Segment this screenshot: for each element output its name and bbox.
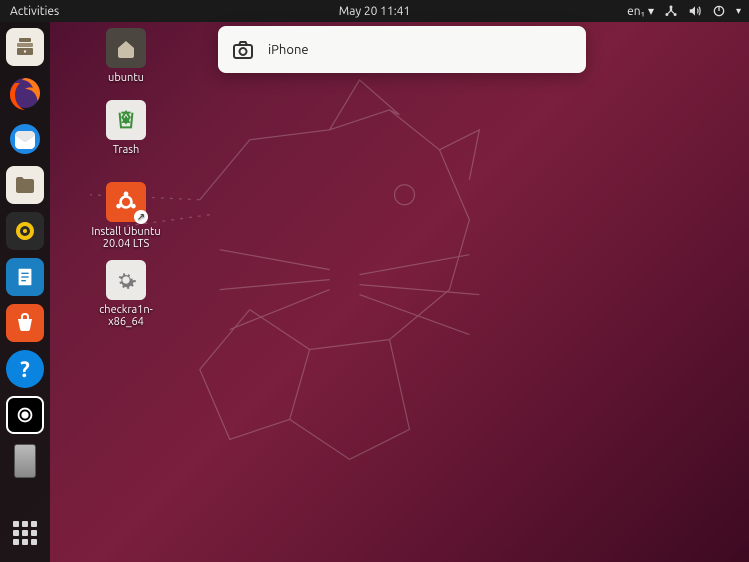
dock-item-firefox[interactable] <box>6 74 44 112</box>
clock[interactable]: May 20 11:41 <box>339 5 410 18</box>
dock-item-iphone[interactable] <box>6 442 44 480</box>
input-source-label: en₁ <box>627 5 645 18</box>
desktop-icon-label: ubuntu <box>108 72 144 84</box>
trash-icon <box>106 100 146 140</box>
notification-banner[interactable]: iPhone <box>218 26 586 73</box>
dock-item-nautilus[interactable] <box>6 166 44 204</box>
chevron-down-icon[interactable]: ▾ <box>736 5 741 17</box>
dock-item-help[interactable]: ? <box>6 350 44 388</box>
desktop-icon-checkra1n[interactable]: checkra1n-x86_64 <box>82 260 170 328</box>
chevron-down-icon: ▾ <box>648 4 654 18</box>
dock: ? <box>0 22 50 562</box>
dock-item-rhythmbox[interactable] <box>6 212 44 250</box>
desktop-icon-label: Install Ubuntu 20.04 LTS <box>82 226 170 250</box>
dock-item-libreoffice-writer[interactable] <box>6 258 44 296</box>
ubuntu-cof-icon: ↗ <box>106 182 146 222</box>
desktop-icon-label: checkra1n-x86_64 <box>82 304 170 328</box>
notification-title: iPhone <box>268 43 309 57</box>
input-source-indicator[interactable]: en₁ ▾ <box>627 4 654 18</box>
network-icon[interactable] <box>664 4 678 18</box>
activities-button[interactable]: Activities <box>0 5 69 18</box>
system-indicators: en₁ ▾ ▾ <box>627 4 749 18</box>
dock-item-files[interactable] <box>6 28 44 66</box>
desktop[interactable]: ubuntu Trash ↗ Install Ubuntu 20.04 LTS … <box>50 22 749 562</box>
phone-icon <box>14 444 36 478</box>
power-icon[interactable] <box>712 4 726 18</box>
camera-icon <box>230 37 256 63</box>
desktop-icon-install-ubuntu[interactable]: ↗ Install Ubuntu 20.04 LTS <box>82 182 170 250</box>
dock-item-checkra1n[interactable] <box>6 396 44 434</box>
executable-icon <box>106 260 146 300</box>
shortcut-arrow-icon: ↗ <box>134 210 148 224</box>
folder-home-icon <box>106 28 146 68</box>
dock-item-software[interactable] <box>6 304 44 342</box>
top-panel: Activities May 20 11:41 en₁ ▾ ▾ <box>0 0 749 22</box>
dock-item-thunderbird[interactable] <box>6 120 44 158</box>
desktop-icon-label: Trash <box>113 144 140 156</box>
desktop-icon-trash[interactable]: Trash <box>82 100 170 156</box>
desktop-icon-home[interactable]: ubuntu <box>82 28 170 84</box>
volume-icon[interactable] <box>688 4 702 18</box>
show-applications-button[interactable] <box>6 514 44 552</box>
